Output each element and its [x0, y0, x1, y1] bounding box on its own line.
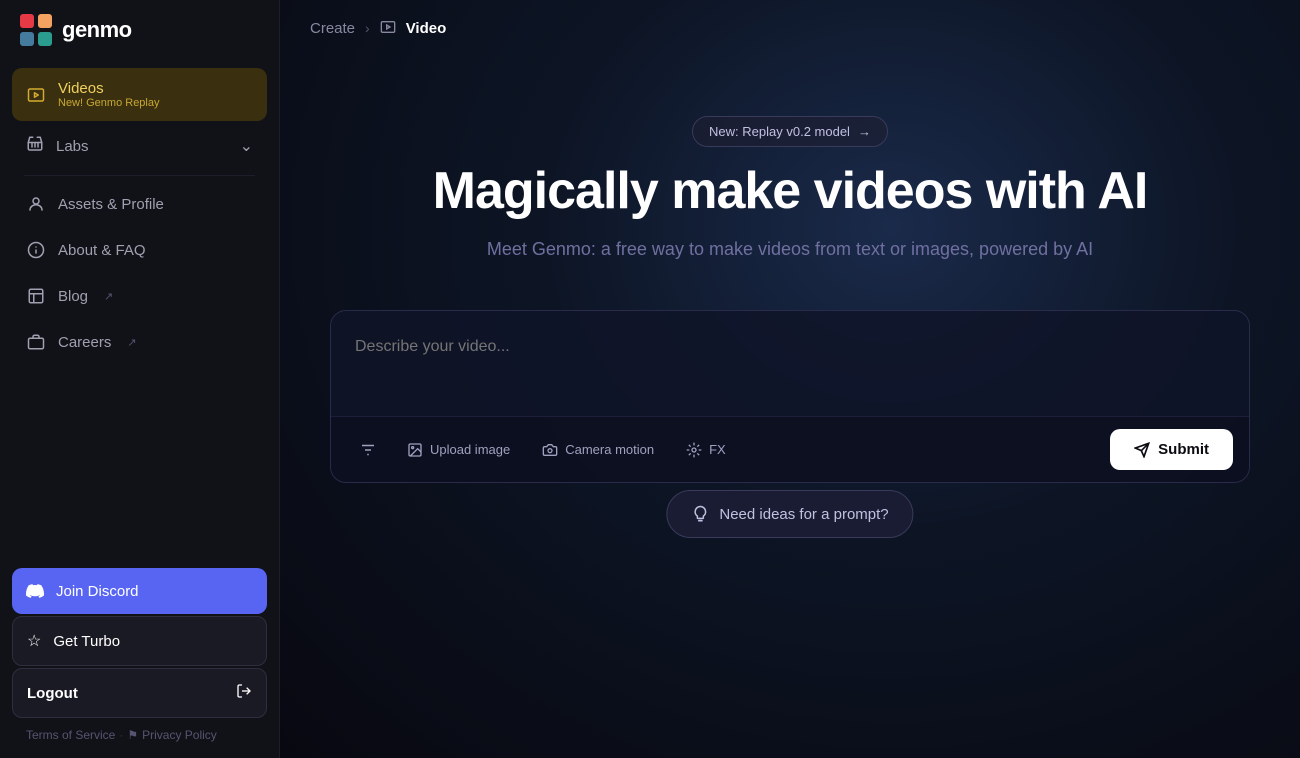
- logout-button[interactable]: Logout: [12, 668, 267, 718]
- replay-badge[interactable]: New: Replay v0.2 model →: [692, 116, 888, 147]
- footer-icon: ⚑: [127, 728, 138, 742]
- chevron-down-icon: ⌄: [240, 136, 253, 156]
- discord-icon: [26, 582, 44, 600]
- ideas-button[interactable]: Need ideas for a prompt?: [666, 490, 913, 538]
- submit-label: Submit: [1158, 441, 1209, 458]
- assets-profile-label: Assets & Profile: [58, 196, 164, 213]
- external-link-icon-careers: ↗: [127, 336, 136, 349]
- replay-badge-arrow: →: [858, 124, 871, 139]
- sidebar-item-labs[interactable]: Labs ⌄: [12, 123, 267, 169]
- sidebar-nav: Videos New! Genmo Replay Labs ⌄: [0, 60, 279, 560]
- breadcrumb-video: Video: [406, 20, 447, 37]
- hero-subtitle: Meet Genmo: a free way to make videos fr…: [487, 236, 1093, 263]
- external-link-icon: ↗: [104, 290, 113, 303]
- labs-icon: [26, 135, 44, 157]
- genmo-logo-icon: [18, 12, 54, 48]
- sidebar-item-videos[interactable]: Videos New! Genmo Replay: [12, 68, 267, 121]
- blog-icon: [26, 286, 46, 306]
- sidebar-item-assets-profile[interactable]: Assets & Profile: [12, 182, 267, 226]
- sidebar: genmo Videos New! Genmo Replay: [0, 0, 280, 758]
- get-turbo-label: Get Turbo: [53, 633, 120, 650]
- tos-link[interactable]: Terms of Service: [26, 728, 115, 742]
- footer-links: Terms of Service · ⚑ Privacy Policy: [12, 720, 267, 746]
- blog-label: Blog: [58, 288, 88, 305]
- upload-image-button[interactable]: Upload image: [393, 434, 524, 466]
- topbar: Create › Video: [280, 0, 1300, 56]
- careers-label: Careers: [58, 334, 111, 351]
- breadcrumb-separator: ›: [365, 20, 370, 36]
- info-icon: [26, 240, 46, 260]
- hero-section: New: Replay v0.2 model → Magically make …: [280, 56, 1300, 263]
- ideas-icon: [691, 505, 709, 523]
- fx-button[interactable]: FX: [672, 434, 740, 466]
- logout-arrow-icon: [236, 683, 252, 703]
- sidebar-item-careers[interactable]: Careers ↗: [12, 320, 267, 364]
- camera-motion-button[interactable]: Camera motion: [528, 434, 668, 466]
- prompt-container: Upload image Camera motion FX: [330, 310, 1250, 483]
- submit-icon: [1134, 442, 1150, 458]
- labs-label: Labs: [56, 138, 89, 155]
- turbo-icon: ☆: [27, 631, 41, 651]
- video-icon: [26, 85, 46, 105]
- upload-image-label: Upload image: [430, 442, 510, 457]
- hero-title: Magically make videos with AI: [433, 163, 1148, 220]
- person-icon: [26, 194, 46, 214]
- replay-badge-text: New: Replay v0.2 model: [709, 124, 850, 139]
- prompt-textarea[interactable]: [331, 311, 1249, 411]
- sidebar-bottom: Join Discord ☆ Get Turbo Logout Terms of…: [0, 560, 279, 758]
- logo-text: genmo: [62, 17, 132, 43]
- upload-image-icon: [407, 442, 423, 458]
- videos-sublabel: New! Genmo Replay: [58, 97, 160, 109]
- privacy-link[interactable]: Privacy Policy: [142, 728, 217, 742]
- logout-label: Logout: [27, 685, 78, 702]
- get-turbo-button[interactable]: ☆ Get Turbo: [12, 616, 267, 666]
- videos-label: Videos: [58, 80, 160, 97]
- breadcrumb-create[interactable]: Create: [310, 20, 355, 37]
- sidebar-item-blog[interactable]: Blog ↗: [12, 274, 267, 318]
- fx-icon: [686, 442, 702, 458]
- fx-label: FX: [709, 442, 726, 457]
- join-discord-label: Join Discord: [56, 583, 139, 600]
- submit-button[interactable]: Submit: [1110, 429, 1233, 470]
- sidebar-item-about-faq[interactable]: About & FAQ: [12, 228, 267, 272]
- about-faq-label: About & FAQ: [58, 242, 146, 259]
- camera-icon: [542, 442, 558, 458]
- sidebar-divider-1: [24, 175, 255, 176]
- prompt-toolbar: Upload image Camera motion FX: [331, 416, 1249, 482]
- logo-area: genmo: [0, 0, 279, 60]
- camera-motion-label: Camera motion: [565, 442, 654, 457]
- briefcase-icon: [26, 332, 46, 352]
- join-discord-button[interactable]: Join Discord: [12, 568, 267, 614]
- filter-button[interactable]: [347, 433, 389, 467]
- ideas-label: Need ideas for a prompt?: [719, 506, 888, 523]
- breadcrumb-video-icon: [380, 19, 396, 38]
- main-content: Create › Video New: Replay v0.2 model → …: [280, 0, 1300, 758]
